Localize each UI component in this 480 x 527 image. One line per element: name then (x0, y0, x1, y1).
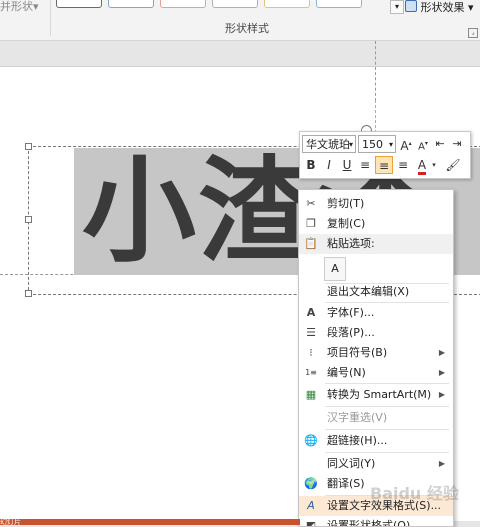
bold-button[interactable]: B (303, 156, 319, 174)
menu-item-numbering[interactable]: 1≡ 编号(N) ▶ (299, 363, 453, 383)
bullets-icon: ⁝ (309, 346, 313, 359)
scissors-icon: ✂ (306, 197, 316, 210)
numbering-icon: 1≡ (305, 368, 317, 377)
translate-icon: 🌍 (304, 477, 318, 490)
menu-separator (325, 452, 449, 453)
text-effects-icon: A (307, 499, 315, 512)
align-center-icon[interactable]: ≡ (375, 156, 393, 174)
status-bar (0, 519, 300, 525)
align-right-icon[interactable]: ≡ (395, 156, 411, 174)
menu-item-paste-options: 📋 粘贴选项: (299, 234, 453, 254)
align-left-icon[interactable]: ≡ (357, 156, 373, 174)
menu-item-format-shape[interactable]: ◩ 设置形状格式(O)... (299, 516, 453, 527)
menu-separator (325, 429, 449, 430)
paragraph-icon: ☰ (306, 326, 316, 339)
font-color-dropdown[interactable]: ▾ (430, 156, 438, 174)
italic-button[interactable]: I (321, 156, 337, 174)
paste-keep-text-only-icon[interactable]: A (324, 257, 346, 281)
smart-guide (375, 41, 376, 101)
resize-handle[interactable] (25, 143, 32, 150)
menu-item-font[interactable]: A 字体(F)... (299, 303, 453, 323)
copy-icon: ❐ (306, 217, 316, 230)
hyperlink-icon: 🌐 (304, 434, 318, 447)
format-painter-icon[interactable]: 🖌 (444, 156, 462, 174)
menu-item-reconversion: 汉字重选(V) (327, 411, 388, 424)
menu-item-bullets[interactable]: ⁝ 项目符号(B) ▶ (299, 343, 453, 363)
menu-separator (325, 406, 449, 407)
font-size-select[interactable]: 150 ▾ (358, 135, 396, 153)
menu-separator (325, 383, 449, 384)
shape-style-thumbnail[interactable] (264, 0, 310, 8)
shape-style-thumbnail[interactable] (108, 0, 154, 8)
ribbon-divider (50, 0, 51, 36)
submenu-arrow-icon: ▶ (438, 390, 445, 399)
menu-item-synonyms[interactable]: 同义词(Y) ▶ (299, 454, 453, 474)
menu-item-paragraph[interactable]: ☰ 段落(P)... (299, 323, 453, 343)
menu-item-cut[interactable]: ✂ 剪切(T) (299, 194, 453, 214)
dialog-launcher-icon[interactable]: ⌟ (468, 28, 478, 38)
resize-handle[interactable] (25, 216, 32, 223)
shrink-font-button[interactable]: A▾ (416, 135, 430, 153)
shape-styles-group-label: 形状样式 (225, 22, 269, 35)
shape-style-thumbnail[interactable] (56, 0, 102, 8)
shape-effects-button[interactable]: 形状效果 ▾ (405, 0, 474, 14)
font-color-button[interactable]: A (414, 156, 430, 175)
resize-handle[interactable] (25, 290, 32, 297)
submenu-arrow-icon: ▶ (438, 459, 445, 468)
menu-item-copy[interactable]: ❐ 复制(C) (299, 214, 453, 234)
mini-toolbar: 华文琥珀 ▾ 150 ▾ A▴ A▾ ⇤ ⇥ B I U ≡ ≡ ≡ A ▾ 🖌 (299, 131, 471, 179)
smartart-icon: ▦ (305, 388, 317, 401)
gallery-more-button[interactable]: ▾ (390, 0, 404, 14)
shape-style-thumbnail[interactable] (316, 0, 362, 8)
shape-style-thumbnail[interactable] (212, 0, 258, 8)
menu-item-hyperlink[interactable]: 🌐 超链接(H)... (299, 431, 453, 451)
underline-button[interactable]: U (339, 156, 355, 174)
grow-font-button[interactable]: A▴ (399, 135, 413, 153)
menu-item-convert-smartart[interactable]: ▦ 转换为 SmartArt(M) ▶ (299, 385, 453, 405)
submenu-arrow-icon: ▶ (438, 348, 445, 357)
paste-icon: 📋 (304, 237, 318, 250)
shape-style-thumbnail[interactable] (160, 0, 206, 8)
decrease-indent-icon[interactable]: ⇤ (433, 135, 447, 153)
submenu-arrow-icon: ▶ (438, 368, 445, 377)
status-bar-label: 幻灯片 (0, 518, 21, 526)
context-menu: ✂ 剪切(T) ❐ 复制(C) 📋 粘贴选项: A 退出文本编辑(X) A 字体… (298, 189, 454, 527)
font-icon: A (306, 306, 316, 319)
watermark: Baidu 经验 (370, 484, 459, 503)
shape-effects-icon (405, 0, 417, 12)
font-name-select[interactable]: 华文琥珀 ▾ (302, 135, 356, 153)
increase-indent-icon[interactable]: ⇥ (450, 135, 464, 153)
shape-format-icon: ◩ (305, 519, 317, 527)
ribbon: 并形状▾ ▾ 形状效果 ▾ 形状样式 ⌟ (0, 0, 480, 41)
merge-shapes-button[interactable]: 并形状▾ (0, 0, 39, 14)
menu-item-exit-text-edit[interactable]: 退出文本编辑(X) (299, 282, 453, 302)
